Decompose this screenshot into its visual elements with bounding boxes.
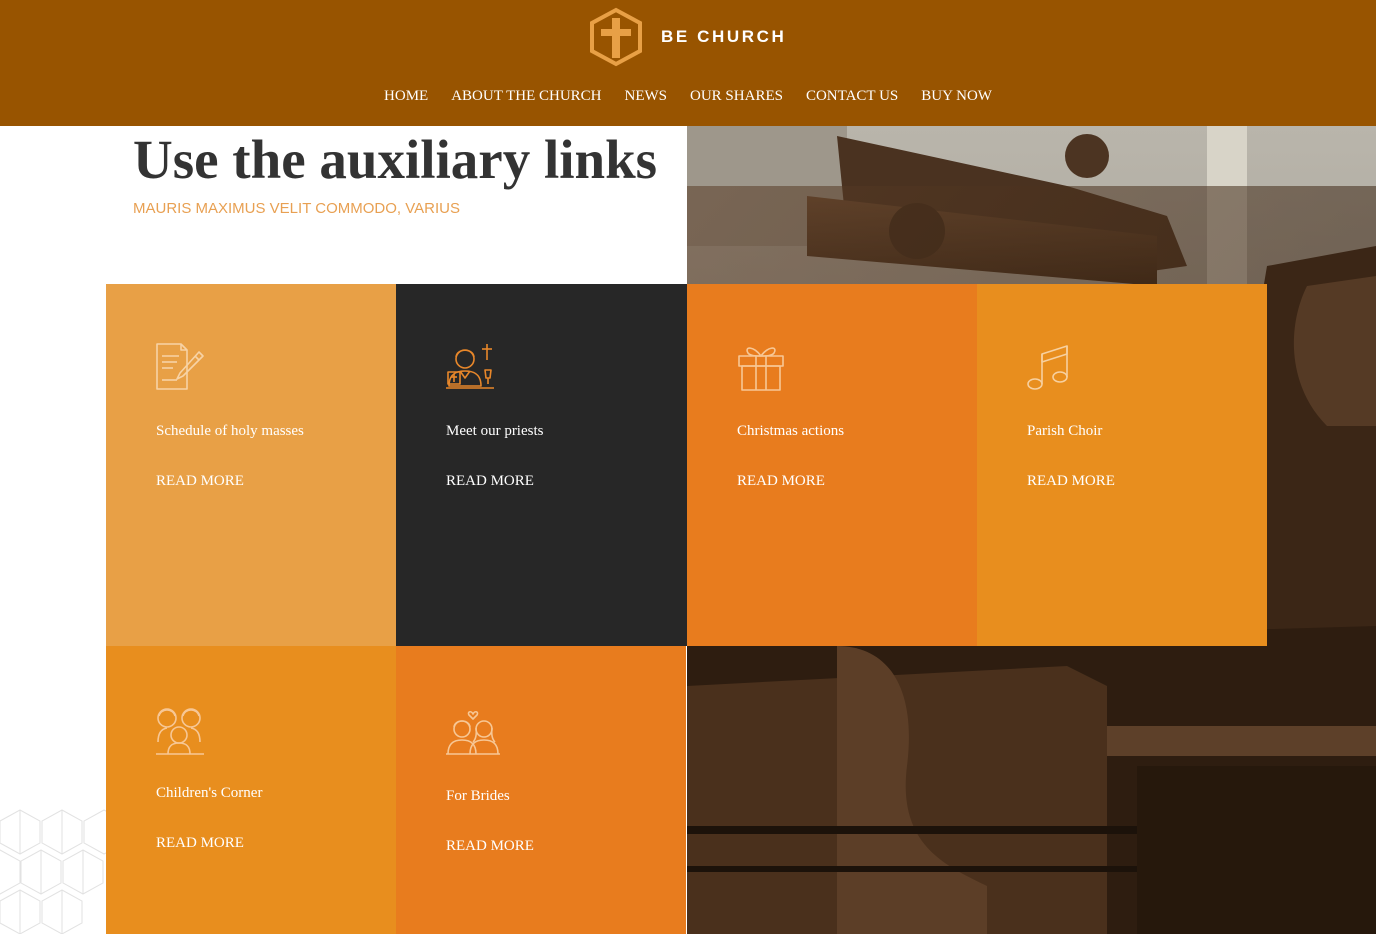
- site-header: BE CHURCH HOME ABOUT THE CHURCH NEWS OUR…: [0, 0, 1376, 126]
- card-childrens-corner: Children's Corner READ MORE: [106, 646, 396, 934]
- children-icon: [156, 708, 204, 755]
- music-note-icon: [1027, 345, 1068, 390]
- gift-icon: [738, 347, 784, 391]
- read-more-link[interactable]: READ MORE: [737, 472, 825, 490]
- card-title: Christmas actions: [737, 423, 845, 439]
- hexagon-pattern: [0, 809, 106, 934]
- hero-title: Use the auxiliary links: [133, 129, 658, 190]
- main-nav: HOME ABOUT THE CHURCH NEWS OUR SHARES CO…: [0, 86, 1376, 106]
- hero-subtitle: MAURIS MAXIMUS VELIT COMMODO, VARIUS: [133, 200, 460, 217]
- nav-item-our-shares[interactable]: OUR SHARES: [690, 86, 783, 106]
- card-christmas-actions: Christmas actions READ MORE: [687, 284, 977, 646]
- document-pen-icon: [156, 343, 204, 390]
- card-title: Parish Choir: [1027, 423, 1103, 439]
- nav-item-contact[interactable]: CONTACT US: [806, 86, 898, 106]
- card-meet-our-priests: Meet our priests READ MORE: [396, 284, 687, 646]
- nav-item-news[interactable]: NEWS: [625, 86, 668, 106]
- read-more-link[interactable]: READ MORE: [446, 837, 534, 855]
- nav-item-buy-now[interactable]: BUY NOW: [921, 86, 992, 106]
- brand-name: BE CHURCH: [661, 27, 787, 46]
- read-more-link[interactable]: READ MORE: [1027, 472, 1115, 490]
- card-title: Schedule of holy masses: [156, 423, 304, 439]
- card-for-brides: For Brides READ MORE: [396, 646, 686, 934]
- nav-item-about[interactable]: ABOUT THE CHURCH: [451, 86, 601, 106]
- brand[interactable]: BE CHURCH: [588, 7, 786, 67]
- read-more-link[interactable]: READ MORE: [156, 472, 244, 490]
- card-schedule-of-masses: Schedule of holy masses READ MORE: [106, 284, 396, 646]
- priest-icon: [446, 344, 494, 389]
- read-more-link[interactable]: READ MORE: [446, 472, 534, 490]
- card-title: Children's Corner: [156, 785, 263, 801]
- nav-item-home[interactable]: HOME: [384, 86, 428, 106]
- read-more-link[interactable]: READ MORE: [156, 834, 244, 852]
- card-title: Meet our priests: [446, 423, 544, 439]
- couple-icon: [446, 710, 500, 755]
- card-title: For Brides: [446, 788, 510, 804]
- cross-hexagon-icon: [590, 7, 642, 67]
- card-parish-choir: Parish Choir READ MORE: [977, 284, 1267, 646]
